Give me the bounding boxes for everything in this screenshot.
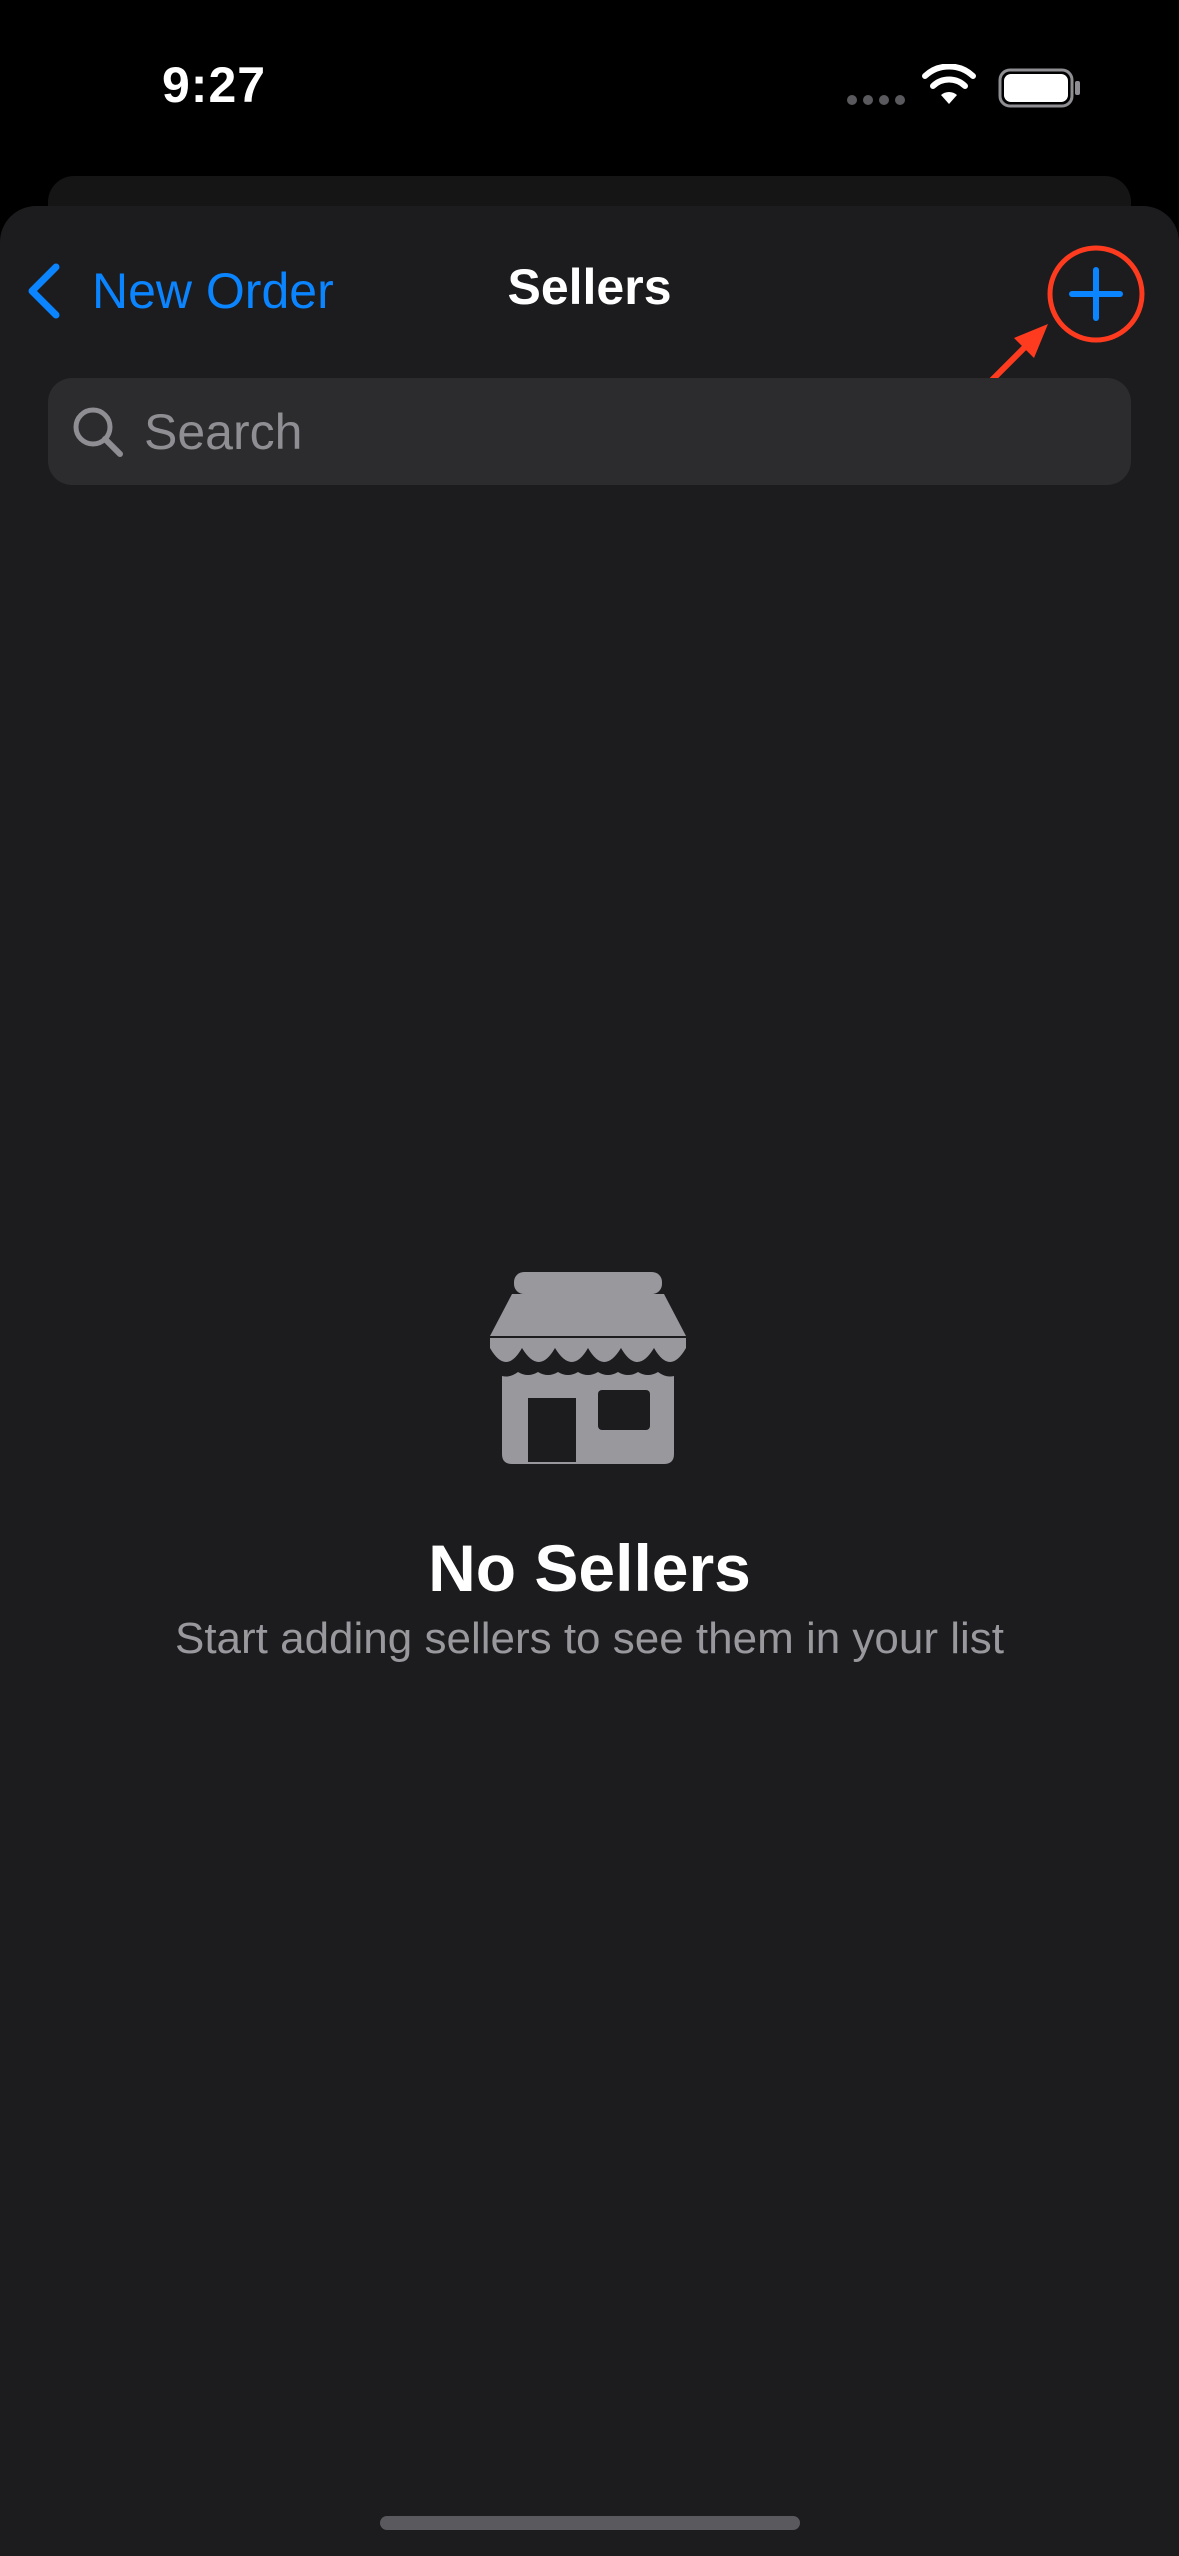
search-input[interactable]: Search xyxy=(48,378,1131,485)
cellular-dots-icon xyxy=(847,95,905,105)
screen: 9:27 New Order Sellers Search No Sellers… xyxy=(0,0,1179,2556)
empty-state-subtitle: Start adding sellers to see them in your… xyxy=(174,1614,1005,1663)
home-indicator[interactable] xyxy=(380,2516,800,2530)
magnifying-glass-icon xyxy=(73,407,123,457)
add-seller-button[interactable] xyxy=(1046,244,1146,344)
empty-state-title: No Sellers xyxy=(428,1531,751,1605)
status-time: 9:27 xyxy=(162,57,267,113)
status-bar: 9:27 xyxy=(0,0,1179,170)
search-placeholder: Search xyxy=(144,403,303,460)
plus-icon xyxy=(1069,267,1123,321)
storefront-icon xyxy=(490,1272,686,1464)
battery-icon xyxy=(998,68,1080,108)
wifi-icon xyxy=(922,64,976,104)
page-title: Sellers xyxy=(507,259,672,315)
